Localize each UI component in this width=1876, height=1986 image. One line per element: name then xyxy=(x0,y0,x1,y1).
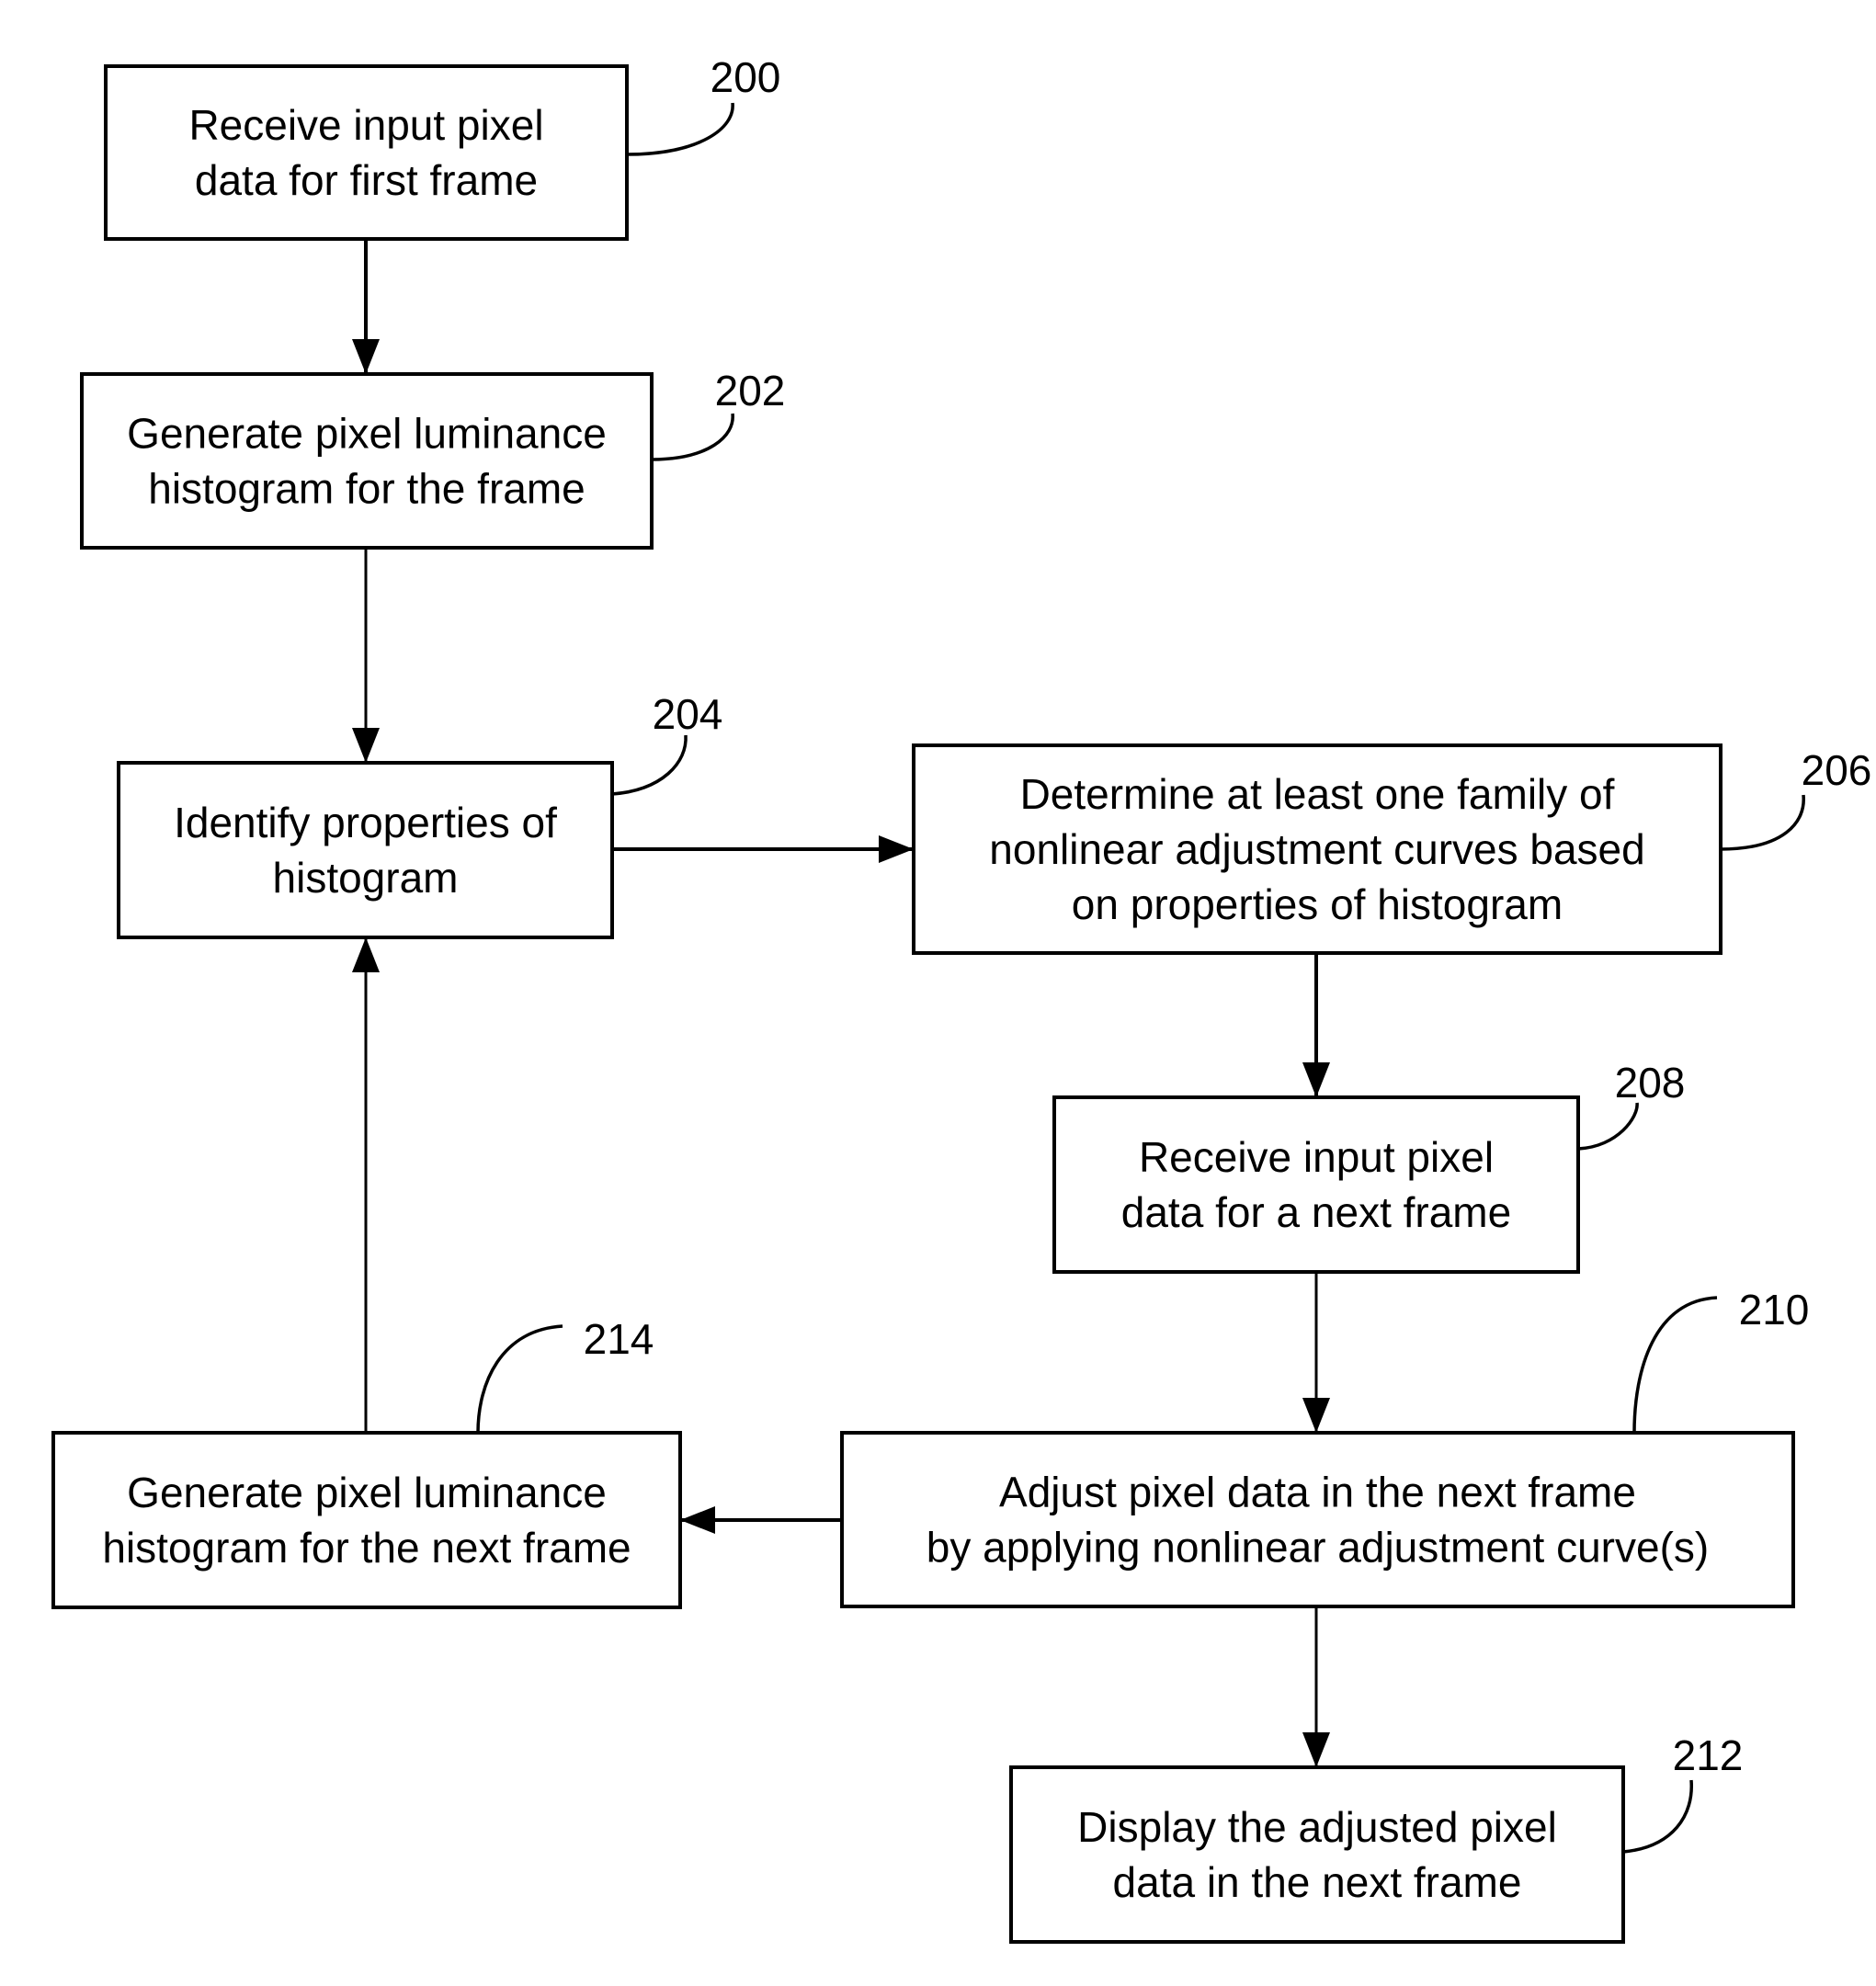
reference-numeral-204: 204 xyxy=(611,690,723,796)
step-box-border xyxy=(104,64,629,241)
step-box-border xyxy=(1009,1765,1625,1944)
step-label-line: Display the adjusted pixel xyxy=(1077,1803,1557,1851)
arrowhead xyxy=(352,339,380,374)
step-label-line: Determine at least one family of xyxy=(1020,770,1615,818)
leader-line xyxy=(476,1324,563,1434)
arrowhead xyxy=(1302,1732,1330,1767)
reference-number: 202 xyxy=(715,367,786,414)
step-label-line: on properties of histogram xyxy=(1072,880,1563,928)
reference-number: 206 xyxy=(1802,746,1872,794)
step-label-line: nonlinear adjustment curves based xyxy=(989,825,1644,873)
reference-number: 208 xyxy=(1615,1059,1686,1106)
step-label-line: Receive input pixel xyxy=(188,101,543,149)
edge-214-to-204 xyxy=(352,937,380,1433)
reference-number: 212 xyxy=(1673,1731,1744,1779)
reference-numeral-206: 206 xyxy=(1720,746,1872,851)
step-label-line: Generate pixel luminance xyxy=(127,1469,607,1516)
step-label-line: histogram for the next frame xyxy=(102,1524,631,1572)
edge-200-to-202 xyxy=(352,239,380,374)
reference-numeral-214: 214 xyxy=(476,1315,654,1434)
arrowhead xyxy=(352,728,380,763)
step-box-border xyxy=(117,761,614,939)
step-box-border xyxy=(840,1431,1795,1608)
reference-number: 204 xyxy=(653,690,723,738)
step-box-206: Determine at least one family of nonlinea… xyxy=(912,743,1723,955)
step-label-line: data for a next frame xyxy=(1121,1188,1511,1236)
edge-210-to-214 xyxy=(680,1506,842,1534)
step-label-line: Adjust pixel data in the next frame xyxy=(999,1469,1636,1516)
step-label-line: histogram for the frame xyxy=(148,465,586,513)
edge-210-to-212 xyxy=(1302,1606,1330,1767)
reference-numeral-210: 210 xyxy=(1632,1286,1810,1434)
step-label-line: Generate pixel luminance xyxy=(127,410,607,458)
step-box-200: Receive input pixel data for first frame xyxy=(104,64,629,241)
arrowhead xyxy=(680,1506,715,1534)
step-label-line: data for first frame xyxy=(195,156,538,204)
reference-number: 210 xyxy=(1739,1286,1810,1333)
step-box-212: Display the adjusted pixel data in the ne… xyxy=(1009,1765,1625,1944)
reference-number: 214 xyxy=(584,1315,654,1363)
edge-204-to-206 xyxy=(612,835,914,863)
step-box-204: Identify properties of histogram xyxy=(117,761,614,939)
leader-line xyxy=(1577,1102,1639,1151)
step-box-208: Receive input pixel data for a next frame xyxy=(1052,1095,1580,1274)
step-label-line: histogram xyxy=(273,854,459,902)
step-box-214: Generate pixel luminance histogram for th… xyxy=(51,1431,682,1609)
reference-numeral-208: 208 xyxy=(1577,1059,1686,1151)
edge-206-to-208 xyxy=(1302,953,1330,1097)
leader-line xyxy=(1632,1296,1718,1434)
leader-line xyxy=(1720,794,1805,851)
reference-numeral-202: 202 xyxy=(651,367,786,461)
step-box-border xyxy=(80,372,654,550)
leader-line xyxy=(1622,1779,1693,1854)
leader-line xyxy=(626,102,734,156)
reference-number: 200 xyxy=(711,53,781,101)
edge-208-to-210 xyxy=(1302,1272,1330,1433)
reference-numeral-200: 200 xyxy=(626,53,781,156)
step-box-210: Adjust pixel data in the next frame by ap… xyxy=(840,1431,1795,1608)
arrowhead xyxy=(352,937,380,972)
step-label-line: Receive input pixel xyxy=(1139,1133,1494,1181)
step-label-line: Identify properties of xyxy=(174,799,557,846)
step-label-line: by applying nonlinear adjustment curve(s… xyxy=(927,1524,1709,1572)
step-box-border xyxy=(1052,1095,1580,1274)
step-box-202: Generate pixel luminance histogram for th… xyxy=(80,372,654,550)
arrowhead xyxy=(879,835,914,863)
leader-line xyxy=(651,413,734,461)
edge-202-to-204 xyxy=(352,548,380,763)
step-label-line: data in the next frame xyxy=(1113,1858,1522,1906)
arrowhead xyxy=(1302,1062,1330,1097)
leader-line xyxy=(611,734,688,796)
reference-numeral-212: 212 xyxy=(1622,1731,1744,1854)
step-box-border xyxy=(51,1431,682,1609)
arrowhead xyxy=(1302,1398,1330,1433)
flowchart: Receive input pixel data for first frame G… xyxy=(51,53,1872,1944)
